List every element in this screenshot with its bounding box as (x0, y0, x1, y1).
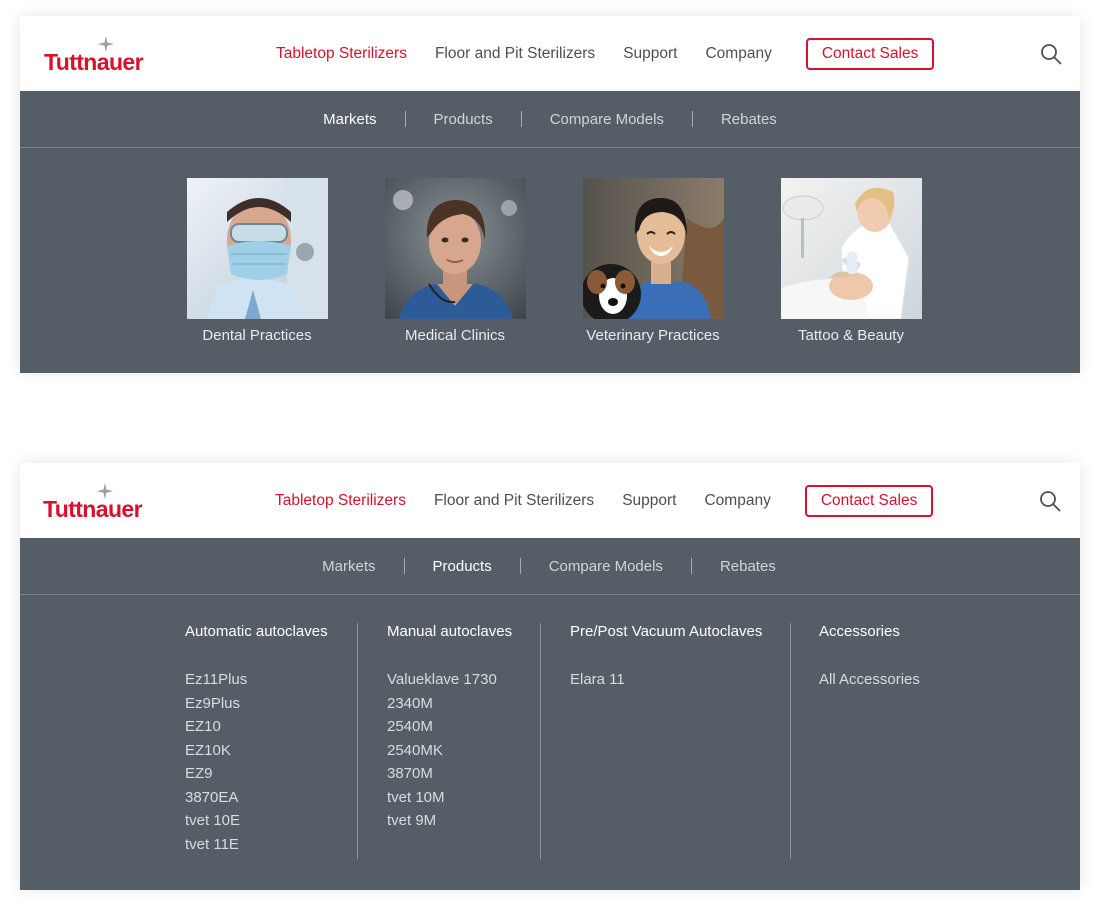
product-link[interactable]: 2340M (387, 692, 512, 716)
product-column-automatic: Automatic autoclaves Ez11Plus Ez9Plus EZ… (185, 623, 328, 859)
medical-photo-icon (384, 178, 526, 319)
dental-photo-icon (186, 178, 328, 319)
contact-sales-button[interactable]: Contact Sales (804, 485, 934, 517)
product-column-heading: Accessories (819, 623, 900, 640)
product-link[interactable]: EZ9 (185, 762, 328, 786)
product-link[interactable]: All Accessories (819, 668, 920, 692)
main-nav: Tabletop Sterilizers Floor and Pit Steri… (276, 38, 935, 70)
product-column-heading: Automatic autoclaves (185, 623, 328, 640)
product-link[interactable]: Valueklave 1730 (387, 668, 512, 692)
product-link[interactable]: tvet 10M (387, 786, 512, 810)
product-column-manual: Manual autoclaves Valueklave 1730 2340M … (357, 623, 512, 859)
nav-tabletop-sterilizers[interactable]: Tabletop Sterilizers (275, 492, 406, 510)
nav-company[interactable]: Company (704, 492, 770, 510)
markets-grid: Dental Practices Medical Clinics Veterin… (20, 148, 1080, 373)
product-list: All Accessories (819, 668, 920, 692)
product-link[interactable]: Ez11Plus (185, 668, 328, 692)
logo-wordmark: Tuttnauer (44, 49, 144, 75)
product-list: Ez11Plus Ez9Plus EZ10 EZ10K EZ9 3870EA t… (185, 668, 328, 856)
product-column-heading: Manual autoclaves (387, 623, 513, 640)
market-dental-practices[interactable]: Dental Practices (157, 178, 357, 344)
product-link[interactable]: tvet 11E (185, 833, 328, 857)
subnav-compare-models[interactable]: Compare Models (522, 111, 692, 128)
site-header: Tuttnauer Tabletop Sterilizers Floor and… (20, 16, 1080, 91)
product-link[interactable]: 3870M (387, 762, 512, 786)
subnav-rebates[interactable]: Rebates (692, 558, 804, 575)
product-column-heading: Pre/Post Vacuum Autoclaves (570, 623, 763, 640)
products-grid: Automatic autoclaves Ez11Plus Ez9Plus EZ… (20, 595, 1080, 890)
product-link[interactable]: EZ10 (185, 715, 328, 739)
product-column-vacuum: Pre/Post Vacuum Autoclaves Elara 11 (540, 623, 762, 859)
product-link[interactable]: 2540M (387, 715, 512, 739)
veterinary-photo-icon (582, 178, 724, 319)
main-nav: Tabletop Sterilizers Floor and Pit Steri… (275, 485, 934, 517)
product-link[interactable]: 2540MK (387, 739, 512, 763)
beauty-photo-icon (780, 178, 922, 319)
nav-support[interactable]: Support (622, 492, 676, 510)
subnav-rebates[interactable]: Rebates (693, 111, 805, 128)
product-link[interactable]: 3870EA (185, 786, 328, 810)
market-label: Medical Clinics (404, 327, 506, 344)
product-link[interactable]: Ez9Plus (185, 692, 328, 716)
subnav-markets[interactable]: Markets (295, 111, 404, 128)
sub-nav: Markets Products Compare Models Rebates (20, 91, 1080, 148)
subnav-products[interactable]: Products (405, 558, 520, 575)
market-label: Tattoo & Beauty (798, 327, 904, 344)
tuttnauer-logo[interactable]: Tuttnauer (43, 483, 153, 522)
search-icon[interactable] (1040, 43, 1062, 65)
markets-menu-panel: Tuttnauer Tabletop Sterilizers Floor and… (20, 16, 1080, 373)
product-column-accessories: Accessories All Accessories (790, 623, 920, 859)
tuttnauer-logo[interactable]: Tuttnauer (44, 36, 154, 75)
contact-sales-button[interactable]: Contact Sales (805, 38, 935, 70)
search-icon[interactable] (1039, 490, 1061, 512)
nav-tabletop-sterilizers[interactable]: Tabletop Sterilizers (276, 45, 407, 63)
nav-floor-pit-sterilizers[interactable]: Floor and Pit Sterilizers (434, 492, 594, 510)
subnav-compare-models[interactable]: Compare Models (521, 558, 691, 575)
subnav-markets[interactable]: Markets (294, 558, 403, 575)
nav-company[interactable]: Company (705, 45, 771, 63)
product-list: Elara 11 (570, 668, 762, 692)
product-link[interactable]: Elara 11 (570, 668, 762, 692)
nav-support[interactable]: Support (623, 45, 677, 63)
product-link[interactable]: tvet 9M (387, 809, 512, 833)
subnav-products[interactable]: Products (406, 111, 521, 128)
market-medical-clinics[interactable]: Medical Clinics (355, 178, 555, 344)
market-label: Dental Practices (202, 327, 312, 344)
logo-wordmark: Tuttnauer (43, 496, 143, 522)
nav-floor-pit-sterilizers[interactable]: Floor and Pit Sterilizers (435, 45, 595, 63)
product-link[interactable]: tvet 10E (185, 809, 328, 833)
product-link[interactable]: EZ10K (185, 739, 328, 763)
market-tattoo-beauty[interactable]: Tattoo & Beauty (751, 178, 951, 344)
product-list: Valueklave 1730 2340M 2540M 2540MK 3870M… (387, 668, 512, 833)
products-menu-panel: Tuttnauer Tabletop Sterilizers Floor and… (20, 463, 1080, 890)
site-header: Tuttnauer Tabletop Sterilizers Floor and… (20, 463, 1080, 538)
market-label: Veterinary Practices (586, 327, 720, 344)
sub-nav: Markets Products Compare Models Rebates (20, 538, 1080, 595)
market-veterinary-practices[interactable]: Veterinary Practices (553, 178, 753, 344)
